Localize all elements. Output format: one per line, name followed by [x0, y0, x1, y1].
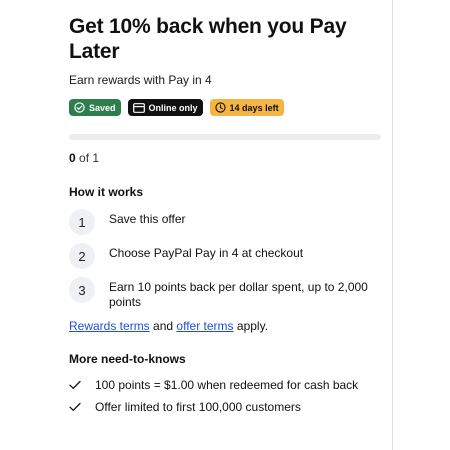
checkmark-icon [69, 402, 81, 411]
terms-apply-text: apply. [236, 319, 269, 333]
step-text: Choose PayPal Pay in 4 at checkout [109, 246, 304, 260]
clock-icon [214, 102, 226, 113]
days-left-badge: 14 days left [209, 99, 284, 116]
saved-badge: Saved [69, 99, 121, 116]
check-circle-icon [74, 102, 85, 113]
days-left-badge-label: 14 days left [229, 102, 279, 113]
progress-count: 0 [69, 151, 76, 165]
saved-badge-label: Saved [89, 102, 116, 113]
offer-subtitle: Earn rewards with Pay in 4 [69, 73, 212, 87]
offer-terms-link[interactable]: offer terms [176, 319, 233, 333]
step-item: 3 Earn 10 points back per dollar spent, … [69, 277, 381, 310]
list-item: 100 points = $1.00 when redeemed for cas… [69, 377, 381, 393]
online-only-badge: Online only [127, 99, 203, 116]
progress-counter: 0 of 1 [69, 150, 381, 166]
steps-list: 1 Save this offer 2 Choose PayPal Pay in… [69, 209, 381, 310]
need-to-knows-list: 100 points = $1.00 when redeemed for cas… [69, 377, 381, 415]
more-need-to-knows-heading: More need-to-knows [69, 352, 186, 366]
panel-divider [392, 0, 393, 450]
terms-line: Rewards terms and offer terms apply. [69, 318, 381, 334]
progress-total: of 1 [79, 151, 100, 165]
step-number: 1 [69, 209, 95, 235]
step-item: 2 Choose PayPal Pay in 4 at checkout [69, 243, 381, 269]
list-item-text: 100 points = $1.00 when redeemed for cas… [95, 378, 359, 392]
step-number: 3 [69, 277, 95, 303]
rewards-terms-link[interactable]: Rewards terms [69, 319, 150, 333]
step-text: Save this offer [109, 212, 186, 226]
list-item-text: Offer limited to first 100,000 customers [95, 400, 301, 414]
online-only-badge-label: Online only [148, 102, 198, 113]
offer-page: Get 10% back when you Pay Later Earn rew… [0, 0, 450, 450]
card-icon [132, 102, 145, 113]
step-text: Earn 10 points back per dollar spent, up… [109, 280, 368, 309]
terms-and-text: and [153, 319, 174, 333]
checkmark-icon [69, 380, 81, 389]
offer-details: Get 10% back when you Pay Later Earn rew… [69, 14, 381, 421]
offer-title: Get 10% back when you Pay Later [69, 15, 347, 63]
list-item: Offer limited to first 100,000 customers [69, 399, 381, 415]
step-number: 2 [69, 243, 95, 269]
badge-row: Saved Online only 14 days left [69, 99, 381, 116]
step-item: 1 Save this offer [69, 209, 381, 235]
offer-progress-bar [69, 134, 381, 140]
how-it-works-heading: How it works [69, 185, 144, 199]
